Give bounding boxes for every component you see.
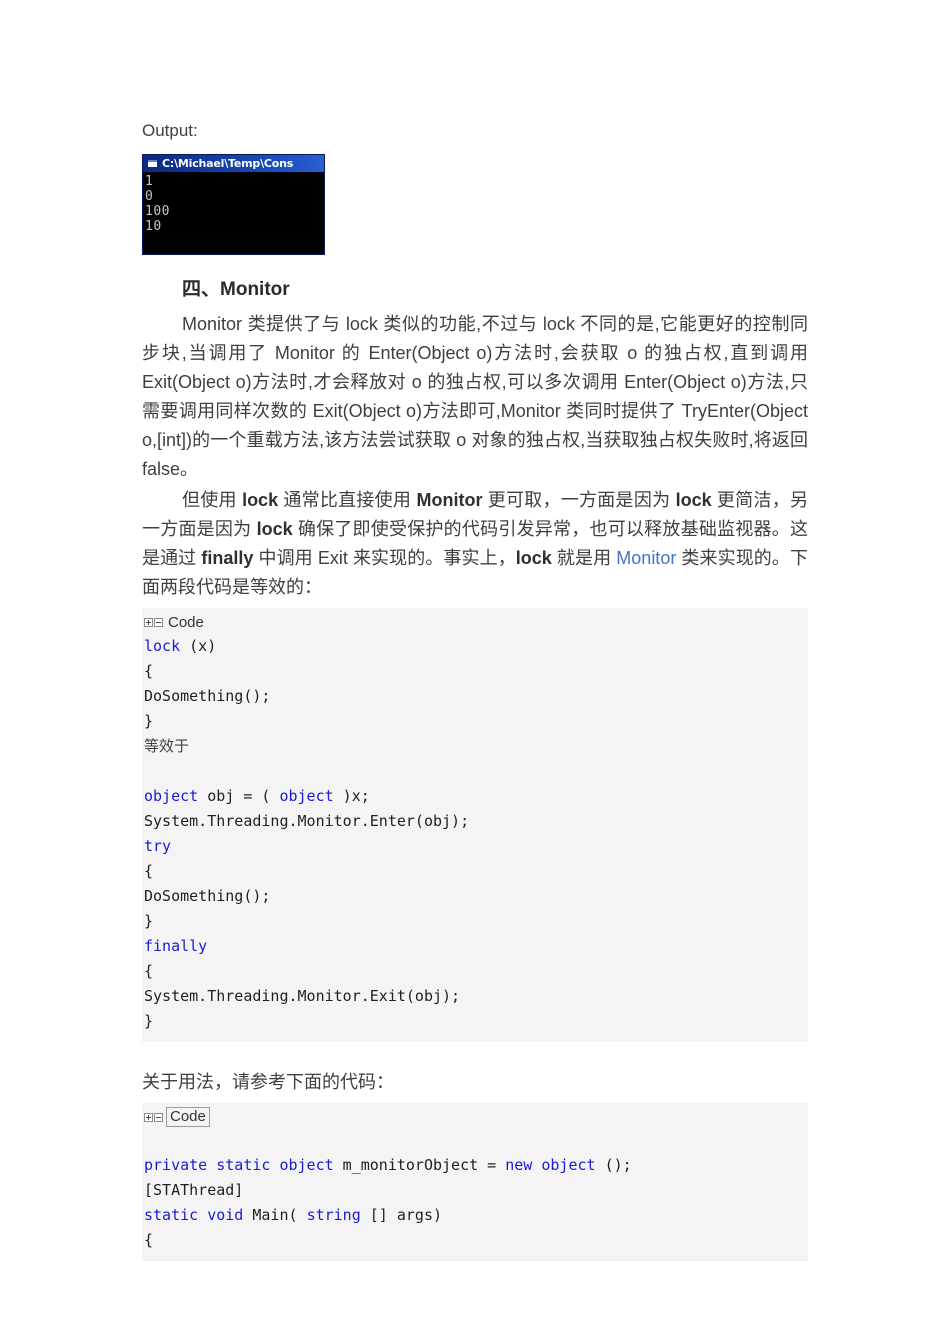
code-text: [STAThread] (144, 1181, 244, 1199)
code-line: finally (144, 934, 808, 959)
code-text: DoSomething(); (144, 887, 271, 905)
code-lines-container: private static object m_monitorObject = … (144, 1128, 808, 1253)
code-keyword: try (144, 837, 172, 855)
code-block-lock-equivalent: Code lock (x) { DoSomething();} 等效于 object … (142, 608, 808, 1042)
text-run: 就是用 (551, 548, 617, 568)
text-run: 中调用 Exit 来实现的。事实上， (253, 548, 516, 568)
code-block-label: Code (166, 1107, 210, 1127)
console-output-line: 10 (145, 219, 162, 234)
bold-lock: lock (515, 548, 552, 568)
code-line: private static object m_monitorObject = … (144, 1153, 808, 1178)
code-keyword: object (144, 787, 199, 805)
code-line: } (144, 709, 808, 734)
code-line: DoSomething(); (144, 684, 808, 709)
code-block-header: Code (144, 1107, 808, 1127)
code-keyword: private static object (144, 1156, 334, 1174)
code-text: )x; (333, 787, 370, 805)
code-line: { (144, 859, 808, 884)
code-text: System.Threading.Monitor.Exit(obj); (144, 987, 461, 1005)
code-line: System.Threading.Monitor.Enter(obj); (144, 809, 808, 834)
code-line: DoSomething(); (144, 884, 808, 909)
bold-monitor: Monitor (416, 490, 483, 510)
code-keyword: string (306, 1206, 361, 1224)
code-text: 等效于 (144, 737, 190, 755)
section-heading: 四、Monitor (142, 275, 808, 304)
code-line: static void Main( string [] args) (144, 1203, 808, 1228)
code-line: { (144, 959, 808, 984)
code-text: { (144, 862, 154, 880)
code-keyword: object (279, 787, 334, 805)
code-block-header: Code (144, 612, 808, 633)
paragraph-monitor-description: Monitor 类提供了与 lock 类似的功能,不过与 lock 不同的是,它… (142, 314, 808, 479)
code-text: m_monitorObject = (333, 1156, 506, 1174)
code-text: obj = ( (198, 787, 280, 805)
code-text: } (144, 712, 154, 730)
code-line: { (144, 659, 808, 684)
code-keyword: new object (505, 1156, 596, 1174)
code-text: { (144, 662, 154, 680)
bold-lock: lock (242, 490, 279, 510)
code-block-monitor-usage: Code private static object m_monitorObje… (142, 1103, 808, 1261)
code-line: lock (x) (144, 634, 808, 659)
code-text: DoSomething(); (144, 687, 271, 705)
console-output-line: 100 (145, 204, 170, 219)
link-monitor[interactable]: Monitor (616, 548, 676, 568)
document-page: Output: C:\Michael\Temp\Cons 1 0 100 10 … (0, 0, 950, 1344)
output-label: Output: (142, 121, 198, 140)
document-content: Output: C:\Michael\Temp\Cons 1 0 100 10 … (142, 120, 808, 1261)
usage-note: 关于用法，请参考下面的代码： (142, 1072, 394, 1092)
code-line: { (144, 1228, 808, 1253)
code-text: (x) (180, 637, 217, 655)
collapse-minus-icon[interactable] (154, 1112, 163, 1122)
code-block-label: Code (168, 614, 204, 631)
code-text: { (144, 962, 154, 980)
code-keyword: static void (144, 1206, 244, 1224)
collapse-minus-icon[interactable] (154, 618, 163, 627)
console-window-screenshot: C:\Michael\Temp\Cons 1 0 100 10 (142, 154, 325, 255)
code-text: Main( (243, 1206, 307, 1224)
bold-lock: lock (256, 519, 293, 539)
code-line: object obj = ( object )x; (144, 784, 808, 809)
code-text: (); (595, 1156, 632, 1174)
code-text: System.Threading.Monitor.Enter(obj); (144, 812, 470, 830)
console-title: C:\Michael\Temp\Cons (162, 157, 294, 170)
code-text: { (144, 1231, 154, 1249)
section-title: Monitor (220, 279, 290, 300)
bold-lock: lock (675, 490, 712, 510)
code-line: } (144, 1009, 808, 1034)
console-titlebar: C:\Michael\Temp\Cons (143, 155, 324, 172)
section-number: 四、 (182, 278, 221, 300)
code-line: 等效于 (144, 734, 808, 759)
console-output-line: 1 (145, 174, 154, 189)
expand-plus-icon[interactable] (144, 618, 153, 627)
code-text: } (144, 1012, 154, 1030)
text-run: 更可取，一方面是因为 (482, 490, 676, 510)
console-output-area: 1 0 100 10 (143, 172, 324, 254)
paragraph-lock-vs-monitor: 但使用 lock 通常比直接使用 Monitor 更可取，一方面是因为 lock… (142, 486, 808, 602)
code-line: [STAThread] (144, 1178, 808, 1203)
code-line: System.Threading.Monitor.Exit(obj); (144, 984, 808, 1009)
code-keyword: finally (144, 937, 208, 955)
console-window-icon (146, 158, 159, 169)
expand-plus-icon[interactable] (144, 1112, 153, 1122)
code-lines-container: lock (x) { DoSomething();} 等效于 object obj =… (144, 634, 808, 1034)
bold-finally: finally (201, 548, 254, 568)
code-text: } (144, 912, 154, 930)
code-keyword: lock (144, 637, 181, 655)
console-output-line: 0 (145, 189, 154, 204)
code-line: try (144, 834, 808, 859)
text-run: 通常比直接使用 (278, 490, 417, 510)
code-line: } (144, 909, 808, 934)
text-run: 但使用 (182, 490, 243, 510)
code-text: [] args) (360, 1206, 443, 1224)
